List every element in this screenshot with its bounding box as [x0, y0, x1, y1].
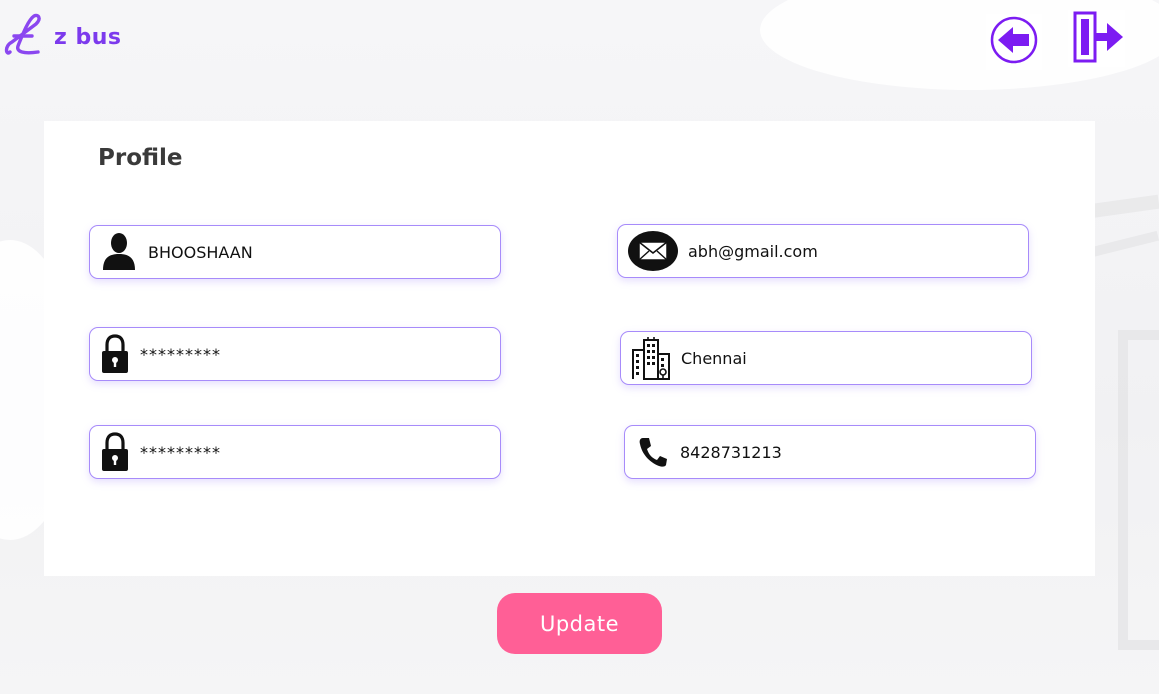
- password-field[interactable]: [89, 327, 501, 381]
- phone-field[interactable]: [624, 425, 1036, 479]
- envelope-icon: [618, 230, 688, 272]
- city-input[interactable]: [681, 348, 1031, 368]
- logout-icon: [1070, 10, 1124, 68]
- phone-icon: [625, 436, 680, 468]
- background-structure: [1118, 330, 1159, 650]
- logout-button[interactable]: [1068, 10, 1125, 67]
- email-field[interactable]: [617, 224, 1029, 278]
- user-icon: [90, 232, 148, 272]
- brand-mark-icon: [4, 12, 44, 62]
- confirm-password-field[interactable]: [89, 425, 501, 479]
- city-field[interactable]: [620, 331, 1032, 385]
- lock-icon: [90, 432, 140, 472]
- name-field[interactable]: [89, 225, 501, 279]
- city-buildings-icon: [621, 336, 681, 380]
- app-logo[interactable]: z bus: [4, 12, 121, 62]
- lock-icon: [90, 334, 140, 374]
- confirm-password-input[interactable]: [140, 442, 500, 462]
- app-name: z bus: [54, 24, 122, 50]
- phone-input[interactable]: [680, 442, 1035, 462]
- email-input[interactable]: [688, 241, 1028, 261]
- back-button[interactable]: [986, 14, 1042, 70]
- name-input[interactable]: [148, 242, 500, 262]
- back-arrow-icon: [989, 15, 1039, 69]
- update-button[interactable]: Update: [497, 593, 662, 654]
- page: z bus Profile BHOOSHAAN abh@gmail.com **…: [0, 0, 1159, 694]
- password-input[interactable]: [140, 344, 500, 364]
- page-title: Profile: [98, 145, 183, 171]
